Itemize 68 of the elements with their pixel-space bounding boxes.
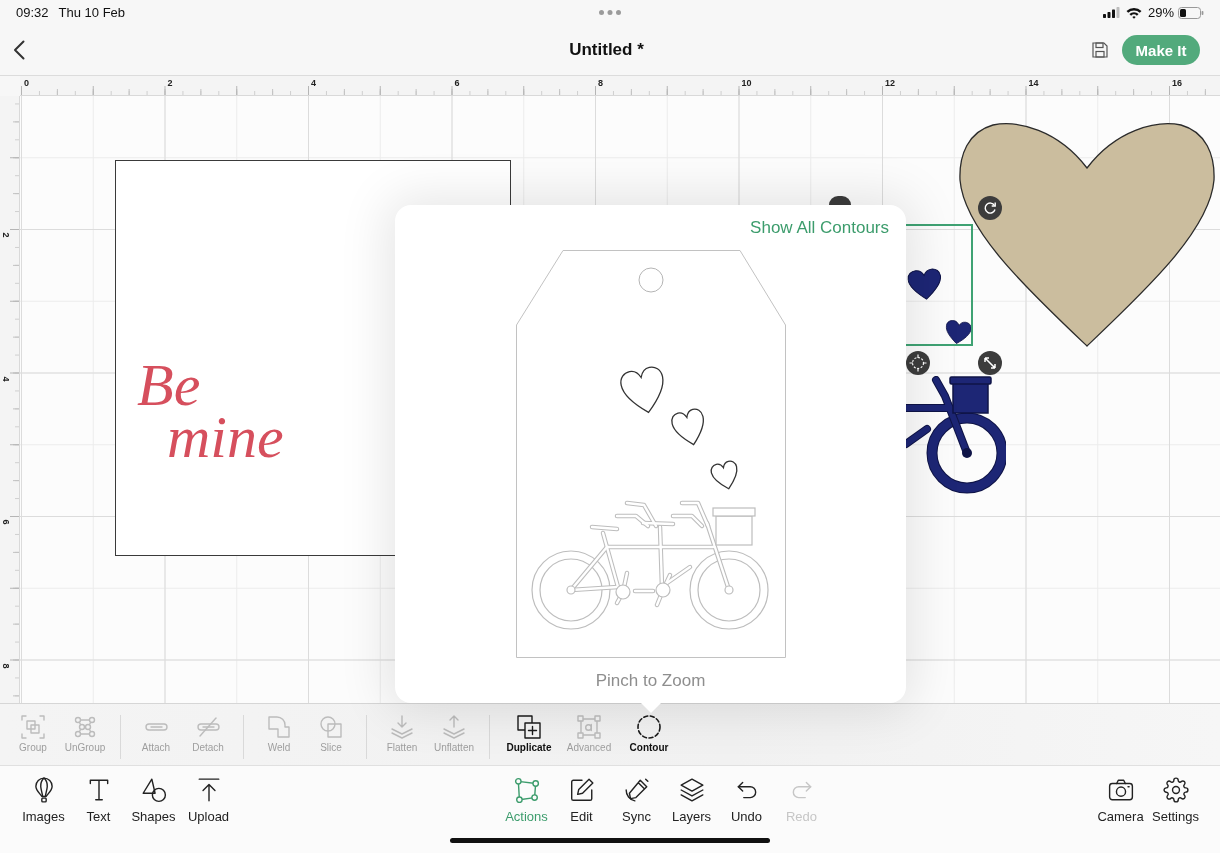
ruler-label: 4 [0,376,11,381]
tool-button[interactable]: Upload [181,777,236,825]
ungroup-icon [73,715,97,739]
multitask-dots-icon[interactable] [599,10,621,15]
ruler-label: 8 [0,663,11,668]
ruler-label: 4 [311,78,316,88]
tool-button[interactable]: Images [16,777,71,825]
ruler-label: 10 [741,78,752,88]
ruler-label: 0 [24,78,29,88]
ruler-label: 6 [0,519,11,525]
bicycle-front-drawing[interactable] [906,376,1006,494]
ruler-label: 12 [885,78,895,88]
signal-icon [1102,7,1120,18]
node-polygon-icon [513,777,540,803]
tool-button[interactable]: Camera [1093,777,1148,825]
tool-button[interactable]: Edit [554,777,609,825]
toolbar-button[interactable]: Duplicate [499,715,559,754]
script-text[interactable]: Be mine [137,359,307,463]
layers-down-icon [390,715,414,739]
resize-handle-icon[interactable] [978,351,1002,375]
heart-shape[interactable] [945,320,972,344]
pen-icon [623,777,650,803]
heart-shape[interactable] [907,268,942,300]
overlap-shapes-icon [319,715,343,739]
make-it-button[interactable]: Make It [1122,35,1200,65]
rotate-handle-icon[interactable] [978,196,1002,220]
chevron-left-icon[interactable] [13,40,25,60]
toolbar-button[interactable]: Contour [619,715,679,754]
frame-handles-icon [577,715,601,739]
ruler-label: 16 [1172,78,1182,88]
tool-button[interactable]: Layers [664,777,719,825]
tool-button[interactable]: Settings [1148,777,1203,825]
move-handle-icon[interactable] [906,351,930,375]
heart-outline[interactable] [710,460,738,490]
tool-button[interactable]: Shapes [126,777,181,825]
delete-handle-icon[interactable] [829,196,851,205]
ruler-label: 14 [1028,78,1039,88]
status-date: Thu 10 Feb [58,5,126,20]
ruler-label: 6 [454,78,460,88]
document-title: Untitled * [569,40,644,60]
tool-button[interactable]: Undo [719,777,774,825]
battery-icon [1178,6,1204,19]
heart-shape[interactable] [959,123,1215,347]
ruler-label: 2 [167,78,173,88]
battery-percent: 29% [1147,5,1174,20]
shapes-icon [140,777,167,803]
tool-button[interactable]: Sync [609,777,664,825]
show-all-contours-link[interactable]: Show All Contours [750,217,889,239]
floppy-icon[interactable] [1092,42,1108,58]
heart-outline[interactable] [670,408,704,446]
group-icon [21,715,45,739]
ruler-label: 8 [598,78,603,88]
duplicate-icon [517,715,541,739]
ruler-label: 2 [0,232,11,238]
tool-button[interactable]: Actions [499,777,554,825]
camera-icon [1107,777,1134,803]
layers-icon [678,777,705,803]
status-time: 09:32 [16,5,49,20]
paperclip-slash-icon [196,715,220,739]
merged-shape-icon [267,715,291,739]
tool-button[interactable]: Text [71,777,126,825]
dashed-circle-icon [637,715,661,739]
wifi-icon [1125,6,1142,19]
edit-icon [568,777,595,803]
pinch-hint: Pinch to Zoom [595,670,706,692]
heart-outline[interactable] [619,366,664,414]
settings-icon [1162,777,1189,803]
layers-up-icon [442,715,466,739]
